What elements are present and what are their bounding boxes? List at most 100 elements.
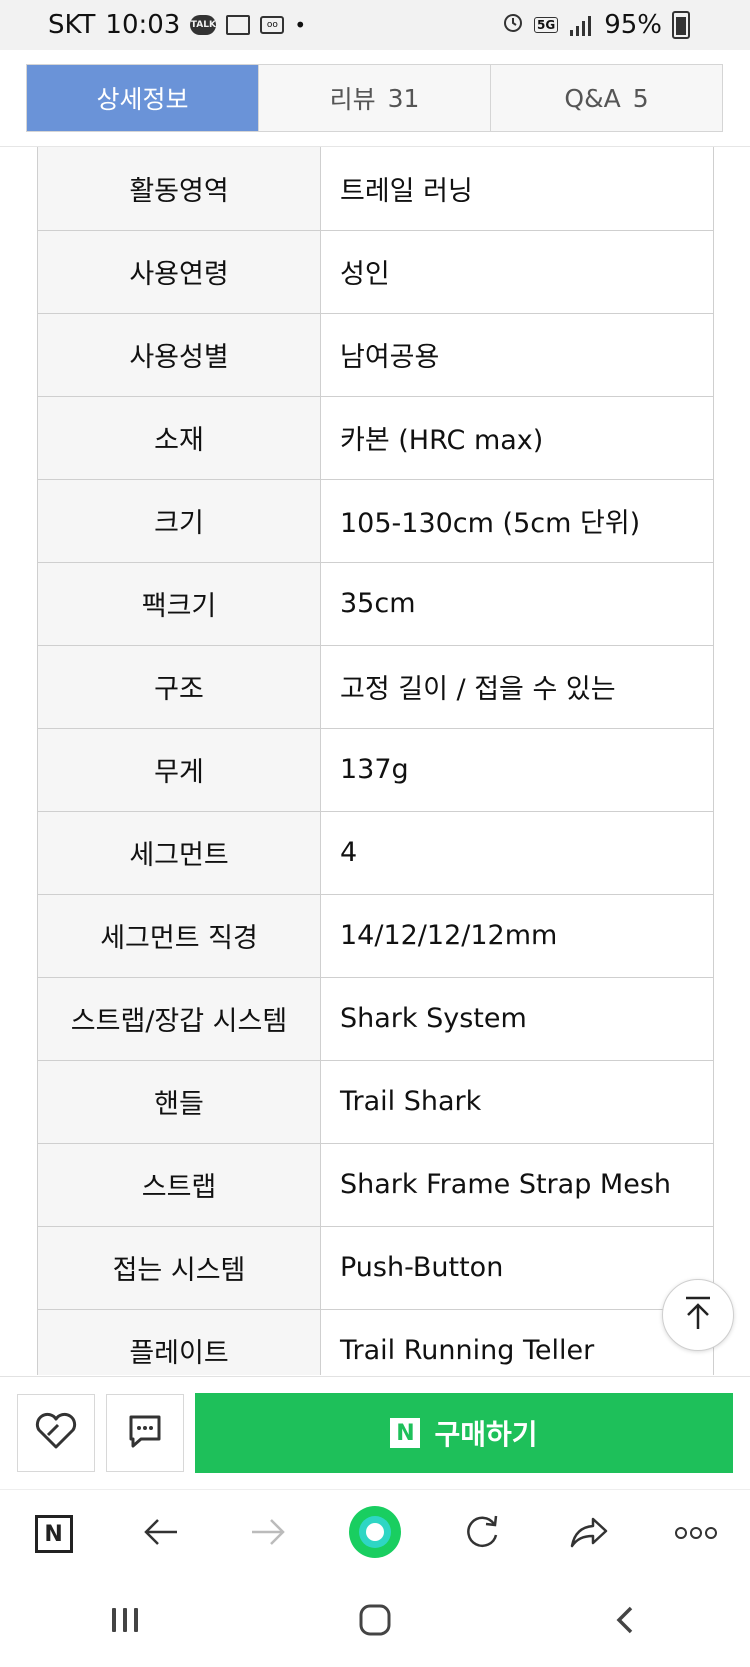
table-row: 사용연령 성인 [37, 229, 714, 314]
spec-table-container: 활동영역 트레일 러닝 사용연령 성인 사용성별 남여공용 소재 카본 (HRC max… [37, 147, 714, 1375]
status-bar: SKT 10:03 TALK oo • 5G 95% [0, 0, 750, 50]
spec-key: 플레이트 [37, 1308, 321, 1375]
system-nav-bar [0, 1577, 750, 1667]
spec-key: 소재 [37, 395, 321, 480]
naver-pay-icon: N [390, 1418, 421, 1448]
spec-value: 고정 길이 / 접을 수 있는 [320, 644, 714, 729]
table-row: 소재 카본 (HRC max) [37, 395, 714, 480]
forward-button[interactable] [238, 1504, 298, 1564]
tab-details[interactable]: 상세정보 [27, 65, 258, 131]
table-row: 스트랩/장갑 시스템 Shark System [37, 976, 714, 1061]
product-tabs: 상세정보 리뷰 31 Q&A 5 [26, 64, 723, 132]
recent-apps-icon [109, 1605, 141, 1639]
chat-bubble-icon [125, 1411, 165, 1455]
talk-inquiry-button[interactable] [106, 1394, 184, 1472]
table-row: 접는 시스템 Push-Button [37, 1225, 714, 1310]
spec-key: 팩크기 [37, 561, 321, 646]
spec-value: 137g [320, 727, 714, 812]
chevron-left-icon [614, 1605, 636, 1639]
spec-key: 구조 [37, 644, 321, 729]
back-nav-button[interactable] [595, 1597, 655, 1647]
naver-home-button[interactable]: N [24, 1504, 84, 1564]
table-row: 무게 137g [37, 727, 714, 812]
spec-key: 무게 [37, 727, 321, 812]
wishlist-button[interactable] [17, 1394, 95, 1472]
tab-count: 31 [387, 83, 420, 113]
spec-value: Shark System [320, 976, 714, 1061]
recent-apps-button[interactable] [95, 1597, 155, 1647]
spec-value: 남여공용 [320, 312, 714, 397]
more-button[interactable] [666, 1504, 726, 1564]
arrow-up-icon [683, 1295, 713, 1335]
back-button[interactable] [131, 1504, 191, 1564]
spec-value: Push-Button [320, 1225, 714, 1310]
table-row: 핸들 Trail Shark [37, 1059, 714, 1144]
table-row: 사용성별 남여공용 [37, 312, 714, 397]
home-icon [358, 1603, 392, 1641]
share-button[interactable] [559, 1504, 619, 1564]
tab-label: Q&A [564, 83, 621, 113]
spec-value: 14/12/12/12mm [320, 893, 714, 978]
table-row: 세그먼트 직경 14/12/12/12mm [37, 893, 714, 978]
forward-arrow-icon [250, 1517, 286, 1551]
carrier-label: SKT [48, 10, 96, 40]
battery-icon [672, 11, 690, 39]
spec-key: 접는 시스템 [37, 1225, 321, 1310]
tab-qna[interactable]: Q&A 5 [490, 65, 722, 131]
spec-value: 카본 (HRC max) [320, 395, 714, 480]
spec-key: 활동영역 [37, 147, 321, 231]
spec-value: Trail Shark [320, 1059, 714, 1144]
green-dot-icon [347, 1504, 403, 1564]
spec-key: 스트랩 [37, 1142, 321, 1227]
spec-value: 105-130cm (5cm 단위) [320, 478, 714, 563]
spec-key: 세그먼트 직경 [37, 893, 321, 978]
spec-value: Shark Frame Strap Mesh [320, 1142, 714, 1227]
spec-table: 활동영역 트레일 러닝 사용연령 성인 사용성별 남여공용 소재 카본 (HRC max… [37, 147, 714, 1375]
network-5g-icon: 5G [534, 17, 559, 33]
voicemail-icon: oo [260, 16, 285, 34]
table-row: 활동영역 트레일 러닝 [37, 147, 714, 231]
table-row: 크기 105-130cm (5cm 단위) [37, 478, 714, 563]
spec-value: 성인 [320, 229, 714, 314]
purchase-bar: N 구매하기 [0, 1376, 750, 1489]
refresh-icon [463, 1513, 501, 1555]
heart-icon [34, 1411, 78, 1455]
spec-value: 트레일 러닝 [320, 147, 714, 231]
more-notifications-icon: • [294, 13, 307, 37]
tab-label: 리뷰 [329, 85, 376, 114]
naver-home-icon: N [34, 1515, 73, 1553]
spec-key: 사용성별 [37, 312, 321, 397]
spec-key: 핸들 [37, 1059, 321, 1144]
spec-key: 사용연령 [37, 229, 321, 314]
more-icon [674, 1525, 718, 1544]
tab-count: 5 [632, 83, 649, 113]
spec-value: Trail Running Teller [320, 1308, 714, 1375]
browser-toolbar: N [0, 1489, 750, 1578]
kakaotalk-icon: TALK [190, 15, 217, 35]
green-dot-button[interactable] [345, 1504, 405, 1564]
battery-level: 95% [604, 10, 662, 40]
tab-label: 상세정보 [96, 85, 189, 114]
table-row: 스트랩 Shark Frame Strap Mesh [37, 1142, 714, 1227]
spec-value: 4 [320, 810, 714, 895]
tab-reviews[interactable]: 리뷰 31 [258, 65, 490, 131]
table-row: 팩크기 35cm [37, 561, 714, 646]
gallery-icon [226, 15, 251, 35]
clock: 10:03 [105, 10, 181, 40]
table-row: 플레이트 Trail Running Teller [37, 1308, 714, 1375]
buy-button[interactable]: N 구매하기 [195, 1393, 733, 1473]
buy-label: 구매하기 [434, 1418, 538, 1451]
table-row: 구조 고정 길이 / 접을 수 있는 [37, 644, 714, 729]
spec-value: 35cm [320, 561, 714, 646]
table-row: 세그먼트 4 [37, 810, 714, 895]
home-button[interactable] [345, 1597, 405, 1647]
share-icon [569, 1515, 609, 1553]
signal-icon [568, 14, 594, 36]
alarm-icon [502, 10, 524, 40]
back-arrow-icon [143, 1517, 179, 1551]
scroll-to-top-button[interactable] [662, 1279, 734, 1351]
spec-key: 스트랩/장갑 시스템 [37, 976, 321, 1061]
refresh-button[interactable] [452, 1504, 512, 1564]
spec-key: 세그먼트 [37, 810, 321, 895]
spec-key: 크기 [37, 478, 321, 563]
